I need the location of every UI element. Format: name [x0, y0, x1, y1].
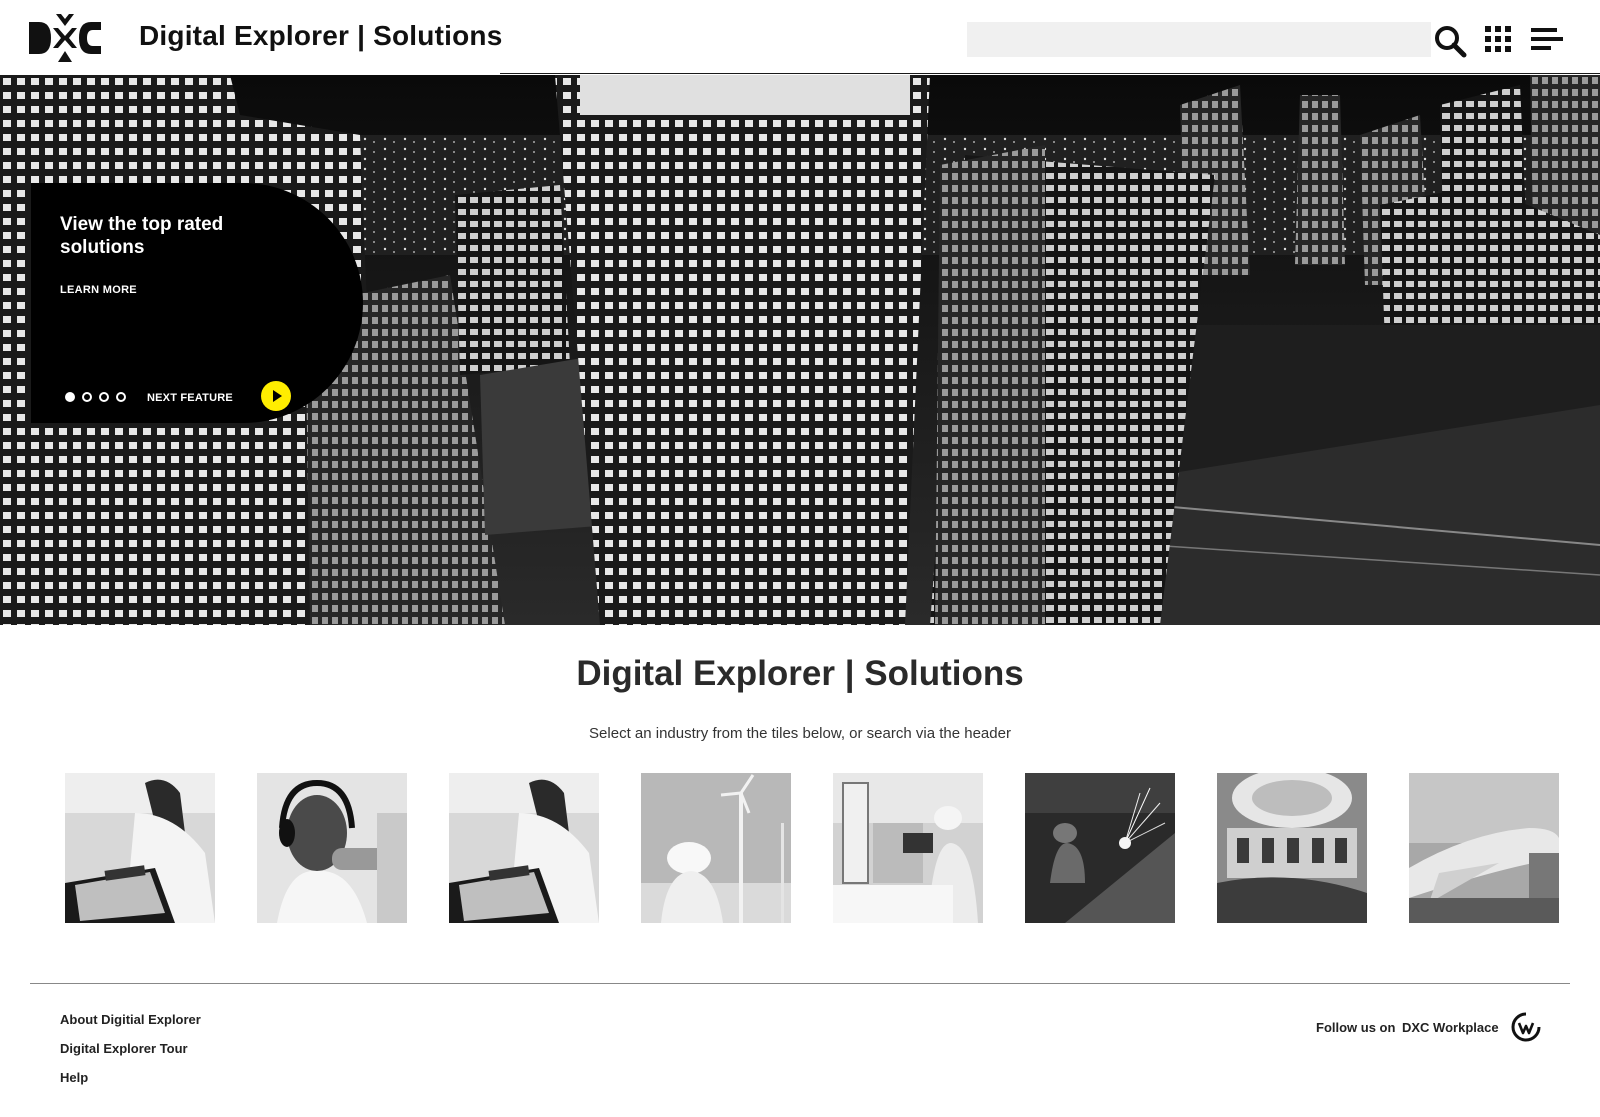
lab-image — [833, 773, 983, 923]
footer-links: About Digitial Explorer Digital Explorer… — [60, 1012, 201, 1099]
industry-tile-lab[interactable] — [833, 773, 983, 923]
hero-banner: View the top rated solutions LEARN MORE … — [0, 75, 1600, 625]
industry-tile-public-sector[interactable] — [1217, 773, 1367, 923]
media-image — [257, 773, 407, 923]
manufacturing-image — [1025, 773, 1175, 923]
dxc-logo[interactable] — [29, 14, 101, 62]
search-input[interactable] — [967, 22, 1431, 57]
carousel-dot[interactable] — [99, 392, 109, 402]
industry-tile-banking[interactable] — [65, 773, 215, 923]
carousel-dot[interactable] — [116, 392, 126, 402]
site-header: Digital Explorer | Solutions — [0, 0, 1600, 75]
industry-tile-manufacturing[interactable] — [1025, 773, 1175, 923]
industry-tile-media[interactable] — [257, 773, 407, 923]
public-sector-image — [1217, 773, 1367, 923]
banking-image — [65, 773, 215, 923]
hamburger-menu-icon[interactable] — [1531, 27, 1563, 51]
next-feature-label[interactable]: NEXT FEATURE — [147, 392, 233, 404]
dxc-workplace-link[interactable]: DXC Workplace — [1402, 1020, 1499, 1035]
carousel-dot[interactable] — [65, 392, 75, 402]
footer-link-tour[interactable]: Digital Explorer Tour — [60, 1041, 201, 1070]
follow-label: Follow us on — [1316, 1020, 1396, 1035]
industry-tiles — [65, 773, 1561, 923]
learn-more-link[interactable]: LEARN MORE — [60, 284, 137, 296]
app-title: Digital Explorer | Solutions — [139, 20, 503, 51]
banking-image — [449, 773, 599, 923]
search-icon[interactable] — [1433, 24, 1467, 58]
page-subtitle: Select an industry from the tiles below,… — [589, 725, 1011, 742]
page-title: Digital Explorer | Solutions — [576, 654, 1024, 693]
workplace-icon[interactable] — [1511, 1012, 1541, 1042]
next-feature-play-icon[interactable] — [261, 381, 291, 411]
carousel-dot[interactable] — [82, 392, 92, 402]
industry-tile-energy[interactable] — [641, 773, 791, 923]
footer-link-help[interactable]: Help — [60, 1070, 201, 1099]
apps-grid-icon[interactable] — [1484, 25, 1512, 53]
aviation-image — [1409, 773, 1559, 923]
energy-image — [641, 773, 791, 923]
industry-tile-aviation[interactable] — [1409, 773, 1559, 923]
footer-link-about[interactable]: About Digitial Explorer — [60, 1012, 201, 1041]
footer-divider — [30, 983, 1570, 984]
industry-tile-banking[interactable] — [449, 773, 599, 923]
feature-title: View the top rated solutions — [60, 214, 224, 258]
header-divider — [500, 73, 1600, 74]
carousel-dots — [65, 392, 126, 402]
feature-card: View the top rated solutions LEARN MORE … — [31, 183, 363, 423]
